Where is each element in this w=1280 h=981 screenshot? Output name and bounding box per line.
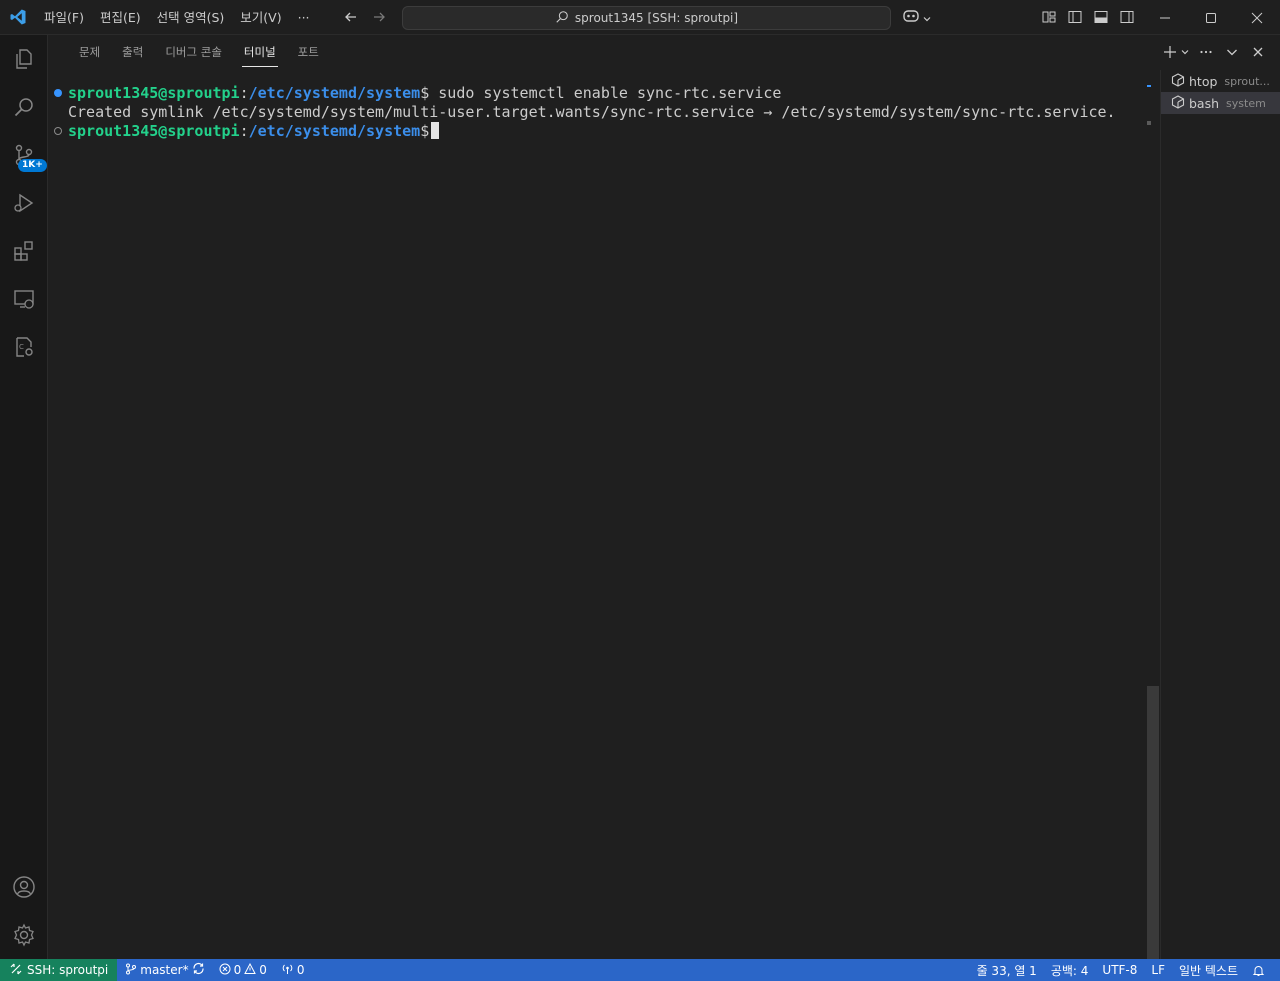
activity-bar: 1K+ C (0, 35, 48, 959)
remote-label: SSH: sproutpi (27, 963, 109, 977)
tab-output[interactable]: 출력 (111, 45, 154, 65)
menu-file[interactable]: 파일(F) (36, 0, 92, 35)
broadcast-icon (281, 963, 294, 978)
settings-gear-icon[interactable] (0, 911, 48, 959)
command-text: sudo systemctl enable sync-rtc.service (429, 84, 782, 102)
terminal-tab-name: htop (1189, 73, 1218, 89)
title-bar: 파일(F) 편집(E) 선택 영역(S) 보기(V) ··· sprout134… (0, 0, 1280, 35)
ports-count: 0 (296, 963, 305, 977)
command-center-search[interactable]: sprout1345 [SSH: sproutpi] (402, 6, 891, 30)
sync-icon[interactable] (192, 962, 205, 978)
warning-count: 0 (259, 963, 267, 977)
close-icon[interactable] (1234, 0, 1280, 35)
tab-problems[interactable]: 문제 (68, 45, 111, 65)
copilot-button[interactable] (902, 8, 932, 28)
source-control-badge: 1K+ (18, 159, 47, 172)
source-control-icon[interactable]: 1K+ (0, 131, 48, 179)
prompt-colon: : (239, 84, 249, 102)
terminal-tab-bash[interactable]: bash system (1161, 92, 1280, 114)
menu-view[interactable]: 보기(V) (232, 0, 289, 35)
terminal-tab-desc: system (1226, 96, 1266, 110)
scrollbar-thumb[interactable] (1147, 686, 1159, 959)
menu-edit[interactable]: 편집(E) (92, 0, 149, 35)
remote-indicator[interactable]: SSH: sproutpi (0, 959, 118, 981)
remote-icon (10, 963, 22, 978)
close-panel-icon[interactable] (1248, 43, 1268, 61)
prompt-path: /etc/systemd/system (248, 122, 421, 140)
terminal-output[interactable]: sprout1345@sproutpi:/etc/systemd/system$… (48, 84, 1148, 954)
menu-selection[interactable]: 선택 영역(S) (149, 0, 233, 35)
notifications-bell-icon[interactable] (1245, 959, 1272, 981)
more-actions-icon[interactable] (1196, 43, 1216, 61)
toggle-primary-sidebar-icon[interactable] (1066, 8, 1084, 26)
terminal-tab-name: bash (1189, 95, 1220, 111)
warning-icon (244, 962, 257, 978)
encoding[interactable]: UTF-8 (1095, 959, 1144, 981)
command-pending-decoration[interactable] (54, 127, 62, 135)
tab-terminal[interactable]: 터미널 (233, 45, 287, 67)
problems-indicator[interactable]: 0 0 (212, 959, 274, 981)
accounts-icon[interactable] (0, 863, 48, 911)
git-branch-icon (125, 963, 137, 978)
prompt-user: sprout1345@sproutpi (68, 84, 240, 102)
svg-text:C: C (19, 343, 24, 351)
terminal-tabs-list: htop sprout... bash system (1160, 70, 1280, 959)
end-of-line[interactable]: LF (1144, 959, 1172, 981)
ports-indicator[interactable]: 0 (274, 959, 312, 981)
prompt-path: /etc/systemd/system (248, 84, 421, 102)
panel: 문제 출력 디버그 콘솔 터미널 포트 sprout1345@sproutpi:… (48, 35, 1280, 959)
terminal-cursor (431, 122, 440, 139)
prompt-dollar: $ (420, 122, 430, 140)
terminal-line-command: sprout1345@sproutpi:/etc/systemd/system$… (54, 84, 781, 103)
containers-icon[interactable]: C (0, 323, 48, 371)
git-branch[interactable]: master* (117, 959, 211, 981)
terminal-icon (1171, 72, 1185, 90)
toggle-secondary-sidebar-icon[interactable] (1118, 8, 1136, 26)
terminal-line-prompt: sprout1345@sproutpi:/etc/systemd/system$ (54, 122, 440, 141)
panel-tabs: 문제 출력 디버그 콘솔 터미널 포트 (68, 45, 330, 67)
vscode-logo-icon (0, 0, 36, 35)
run-debug-icon[interactable] (0, 179, 48, 227)
copilot-icon (902, 8, 920, 28)
tab-ports[interactable]: 포트 (287, 45, 330, 65)
minimize-icon[interactable] (1142, 0, 1188, 35)
maximize-panel-icon[interactable] (1222, 43, 1242, 61)
prompt-dollar: $ (420, 84, 430, 102)
menu-bar: 파일(F) 편집(E) 선택 영역(S) 보기(V) ··· (36, 0, 318, 35)
new-terminal-icon[interactable] (1160, 43, 1180, 61)
indentation[interactable]: 공백: 4 (1044, 959, 1096, 981)
chevron-down-icon (922, 9, 932, 28)
language-mode[interactable]: 일반 텍스트 (1172, 959, 1245, 981)
cursor-position[interactable]: 줄 33, 열 1 (970, 959, 1044, 981)
status-bar: SSH: sproutpi master* 0 0 0 줄 33, 열 1 공백… (0, 959, 1280, 981)
command-center-label: sprout1345 [SSH: sproutpi] (574, 11, 739, 25)
terminal-tab-desc: sprout... (1224, 74, 1270, 88)
forward-arrow-icon[interactable] (368, 6, 390, 28)
menu-more[interactable]: ··· (290, 0, 318, 35)
terminal-line-output: Created symlink /etc/systemd/system/mult… (68, 103, 1116, 121)
search-icon (555, 9, 569, 28)
chevron-down-icon[interactable] (1180, 43, 1190, 61)
error-count: 0 (233, 963, 242, 977)
back-arrow-icon[interactable] (340, 6, 362, 28)
error-icon (219, 963, 231, 978)
scrollbar-marker (1147, 85, 1151, 87)
command-success-decoration[interactable] (54, 89, 62, 97)
terminal-icon (1171, 94, 1185, 112)
search-icon[interactable] (0, 83, 48, 131)
customize-layout-icon[interactable] (1040, 8, 1058, 26)
remote-explorer-icon[interactable] (0, 275, 48, 323)
prompt-colon: : (239, 122, 249, 140)
explorer-icon[interactable] (0, 35, 48, 83)
extensions-icon[interactable] (0, 227, 48, 275)
tab-debug-console[interactable]: 디버그 콘솔 (154, 45, 233, 65)
prompt-user: sprout1345@sproutpi (68, 122, 240, 140)
terminal-tab-htop[interactable]: htop sprout... (1161, 70, 1280, 92)
maximize-icon[interactable] (1188, 0, 1234, 35)
scrollbar-marker (1147, 121, 1151, 125)
git-branch-label: master* (140, 963, 189, 977)
toggle-panel-icon[interactable] (1092, 8, 1110, 26)
